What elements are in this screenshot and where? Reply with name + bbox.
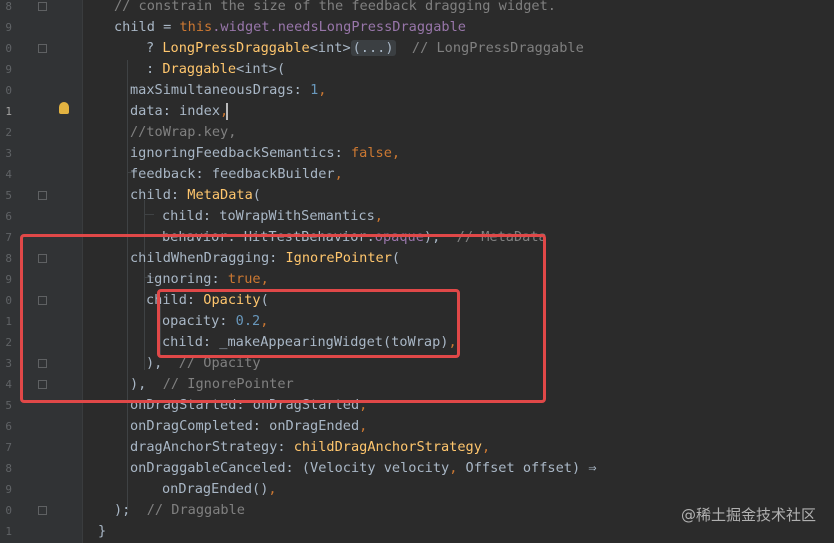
watermark: @稀土掘金技术社区 [680,506,816,524]
line-number: 4 [5,378,12,391]
code-token: child: toWrapWithSemantics [162,208,375,224]
code-token: , [318,82,327,98]
code-line: : Draggable<int>( [146,59,285,80]
code-token: feedback: feedbackBuilder [130,166,335,182]
code-line-current[interactable]: data: index, [130,101,228,122]
line-number: 8 [5,252,12,265]
code-token: .widget.needsLongPressDraggable [212,19,466,35]
fold-marker-icon[interactable] [38,44,47,53]
line-number: 2 [5,336,12,349]
line-number: 8 [5,0,12,13]
code-line: child: toWrapWithSemantics, [162,206,383,227]
line-number: 9 [5,21,12,34]
code-line: onDragCompleted: onDragEnded, [130,416,367,437]
line-number: 9 [5,273,12,286]
code-line: dragAnchorStrategy: childDragAnchorStrat… [130,437,490,458]
line-number: 6 [5,210,12,223]
line-number: 1 [5,525,12,538]
line-number: 0 [5,42,12,55]
fold-marker-icon[interactable] [38,191,47,200]
code-token: : [146,61,163,77]
code-token: ( [252,187,261,203]
code-token: dragAnchorStrategy: [130,439,294,455]
code-line: ); // Draggable [114,500,245,521]
highlight-box-inner [157,289,460,358]
line-number: 9 [5,483,12,496]
line-number: 3 [5,147,12,160]
code-token: <int>( [236,61,286,77]
code-token: onDraggableCanceled: (Velocity velocity [130,460,450,476]
code-token: , [374,208,383,224]
line-number: 0 [5,504,12,517]
fold-marker-icon[interactable] [38,506,47,515]
line-number: 3 [5,357,12,370]
code-token: child = [114,19,180,35]
code-token: ); [114,502,131,518]
text-cursor [226,103,228,120]
code-line: onDraggableCanceled: (Velocity velocity,… [130,458,597,479]
code-token: data: index [130,103,221,119]
line-number: 6 [5,420,12,433]
code-token: , [334,166,343,182]
code-token: onDragCompleted: onDragEnded [130,418,360,434]
code-token: onDragEnded() [162,481,269,497]
code-token: false [350,145,392,161]
code-token: , [391,145,401,161]
line-number: 5 [5,399,12,412]
fold-marker-icon[interactable] [38,2,47,11]
code-line: ? LongPressDraggable<int> (...) // LongPr… [146,38,584,59]
code-token: , [481,439,491,455]
line-number: 9 [5,63,12,76]
code-line: maxSimultaneousDrags: 1, [130,80,326,101]
code-line: //toWrap.key, [130,124,237,140]
line-number: 8 [5,462,12,475]
line-number-current: 1 [5,105,12,118]
code-token: MetaData [187,187,253,203]
code-token: maxSimultaneousDrags: [130,82,311,98]
line-number: 7 [5,441,12,454]
code-token: , [359,418,368,434]
line-number: 4 [5,168,12,181]
code-line: } [98,523,107,539]
code-comment: // Draggable [146,502,245,518]
code-token: ignoringFeedbackSemantics: [130,145,351,161]
line-number: 0 [5,84,12,97]
line-number: 7 [5,231,12,244]
code-line: onDragEnded(), [162,479,277,500]
code-token: Offset offset) ⇒ [457,460,597,476]
line-number: 2 [5,126,12,139]
code-token: <int> [309,40,351,56]
line-number: 0 [5,294,12,307]
code-token: LongPressDraggable [162,40,310,56]
code-line: child = this.widget.needsLongPressDragga… [114,17,466,38]
code-token: ? [146,40,163,56]
indent-guide [144,214,154,215]
folded-code[interactable]: (...) [350,40,396,56]
code-token: , [268,481,277,497]
code-comment: // LongPressDraggable [411,40,584,56]
code-token: child: [130,187,188,203]
code-line: feedback: feedbackBuilder, [130,164,343,185]
line-number: 1 [5,315,12,328]
code-editor[interactable]: 8 9 0 9 0 1 2 3 4 5 6 7 8 9 0 1 2 3 4 5 … [0,0,834,543]
code-line: // constrain the size of the feedback dr… [114,0,556,14]
code-line: ignoringFeedbackSemantics: false, [130,143,400,164]
code-line: child: MetaData( [130,185,261,206]
code-token: childDragAnchorStrategy [293,439,482,455]
code-token: this [179,19,213,35]
line-number: 5 [5,189,12,202]
code-token: Draggable [162,61,237,77]
lightbulb-icon[interactable] [59,102,69,114]
